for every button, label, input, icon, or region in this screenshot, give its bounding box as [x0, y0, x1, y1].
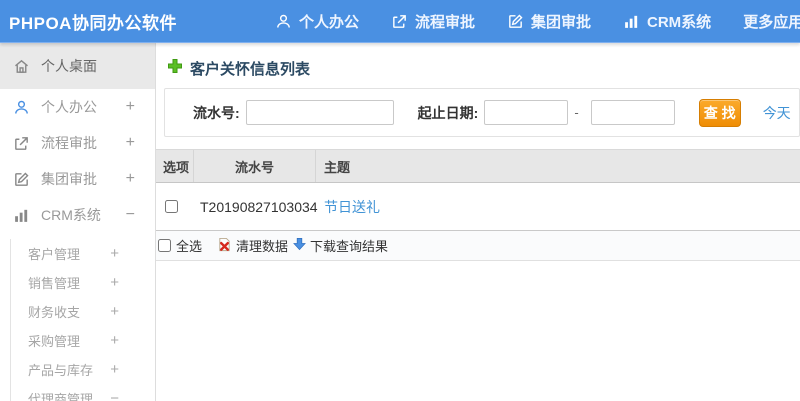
- submenu-item-agent-management[interactable]: 代理商管理 −: [11, 384, 155, 401]
- header-subject: 主题: [324, 159, 351, 175]
- add-record-icon[interactable]: [167, 58, 183, 79]
- page-title: 客户关怀信息列表: [190, 60, 311, 78]
- top-navigation: 个人办公 流程审批 集团审批 CRM系统 更多应用: [259, 11, 800, 32]
- workflow-icon: [13, 134, 31, 152]
- header-option: 选项: [156, 150, 194, 182]
- clear-data-action[interactable]: 清理数据: [217, 236, 288, 255]
- workflow-icon: [391, 13, 408, 30]
- topnav-group-approval[interactable]: 集团审批: [507, 11, 591, 32]
- topnav-personal-office[interactable]: 个人办公: [275, 11, 359, 32]
- topnav-crm-system[interactable]: CRM系统: [623, 11, 711, 32]
- serial-number-input[interactable]: [245, 100, 394, 125]
- select-all-label: 全选: [176, 239, 203, 254]
- header-serial: 流水号: [194, 150, 316, 182]
- expand-toggle[interactable]: +: [110, 245, 119, 262]
- search-panel: 流水号: 起止日期: - 查找 今天 本: [164, 88, 800, 137]
- topnav-more-apps[interactable]: 更多应用: [743, 11, 800, 32]
- collapse-toggle[interactable]: −: [110, 390, 119, 401]
- row-checkbox[interactable]: [165, 200, 178, 213]
- submenu-item-purchasing[interactable]: 采购管理 +: [11, 326, 155, 355]
- submenu-item-finance[interactable]: 财务收支 +: [11, 297, 155, 326]
- home-icon: [13, 57, 31, 75]
- serial-number-label: 流水号:: [193, 104, 240, 121]
- table-header-row: 选项 流水号 主题: [156, 150, 800, 183]
- row-subject-link[interactable]: 节日送礼: [324, 197, 380, 217]
- page-title-row: 客户关怀信息列表: [156, 43, 800, 79]
- expand-toggle[interactable]: +: [126, 170, 135, 188]
- expand-toggle[interactable]: +: [110, 361, 119, 378]
- select-all-checkbox[interactable]: [158, 239, 171, 252]
- expand-toggle[interactable]: +: [110, 332, 119, 349]
- search-button[interactable]: 查找: [698, 98, 741, 127]
- edit-icon: [507, 13, 524, 30]
- bar-chart-icon: [13, 206, 31, 224]
- sidebar-item-crm-system[interactable]: CRM系统 −: [0, 197, 155, 233]
- sidebar: 个人桌面 个人办公 + 流程审批 + 集团审批 + CRM系统 − 客户管理 +: [0, 43, 156, 401]
- crm-submenu: 客户管理 + 销售管理 + 财务收支 + 采购管理 + 产品与库存 + 代理商管…: [10, 239, 155, 401]
- top-header-bar: PHPOA协同办公软件 个人办公 流程审批 集团审批 CRM系统 更多应用: [0, 0, 800, 43]
- sidebar-item-personal-office[interactable]: 个人办公 +: [0, 89, 155, 125]
- sidebar-item-personal-desktop[interactable]: 个人桌面: [0, 43, 155, 89]
- expand-toggle[interactable]: +: [126, 98, 135, 116]
- expand-toggle[interactable]: +: [110, 303, 119, 320]
- submenu-item-sales-management[interactable]: 销售管理 +: [11, 268, 155, 297]
- submenu-item-products-inventory[interactable]: 产品与库存 +: [11, 355, 155, 384]
- date-to-input[interactable]: [590, 100, 675, 125]
- expand-toggle[interactable]: +: [110, 274, 119, 291]
- date-range-separator: -: [574, 105, 579, 120]
- date-range-label: 起止日期:: [417, 104, 479, 121]
- edit-icon: [13, 170, 31, 188]
- person-icon: [13, 98, 31, 116]
- date-from-input[interactable]: [484, 100, 569, 125]
- table-footer-bar: 全选 清理数据 下载查询结果: [156, 231, 800, 261]
- person-icon: [275, 13, 292, 30]
- results-table: 选项 流水号 主题 T20190827103034 节日送礼 全选 清理数据 下…: [156, 149, 800, 261]
- topnav-workflow-approval[interactable]: 流程审批: [391, 11, 475, 32]
- row-serial: T20190827103034: [200, 198, 318, 215]
- app-logo: PHPOA协同办公软件: [9, 13, 177, 33]
- expand-toggle[interactable]: +: [126, 134, 135, 152]
- sidebar-item-group-approval[interactable]: 集团审批 +: [0, 161, 155, 197]
- download-results-action[interactable]: 下载查询结果: [293, 236, 388, 255]
- table-row: T20190827103034 节日送礼: [156, 183, 800, 231]
- download-arrow-icon: [293, 237, 306, 254]
- main-content: 客户关怀信息列表 流水号: 起止日期: - 查找 今天 本 选项 流水号 主题 …: [156, 43, 800, 401]
- sidebar-item-workflow-approval[interactable]: 流程审批 +: [0, 125, 155, 161]
- clear-data-icon: [217, 237, 232, 255]
- bar-chart-icon: [623, 13, 640, 30]
- today-link[interactable]: 今天: [763, 103, 791, 123]
- submenu-item-customer-management[interactable]: 客户管理 +: [11, 239, 155, 268]
- collapse-toggle[interactable]: −: [126, 206, 135, 224]
